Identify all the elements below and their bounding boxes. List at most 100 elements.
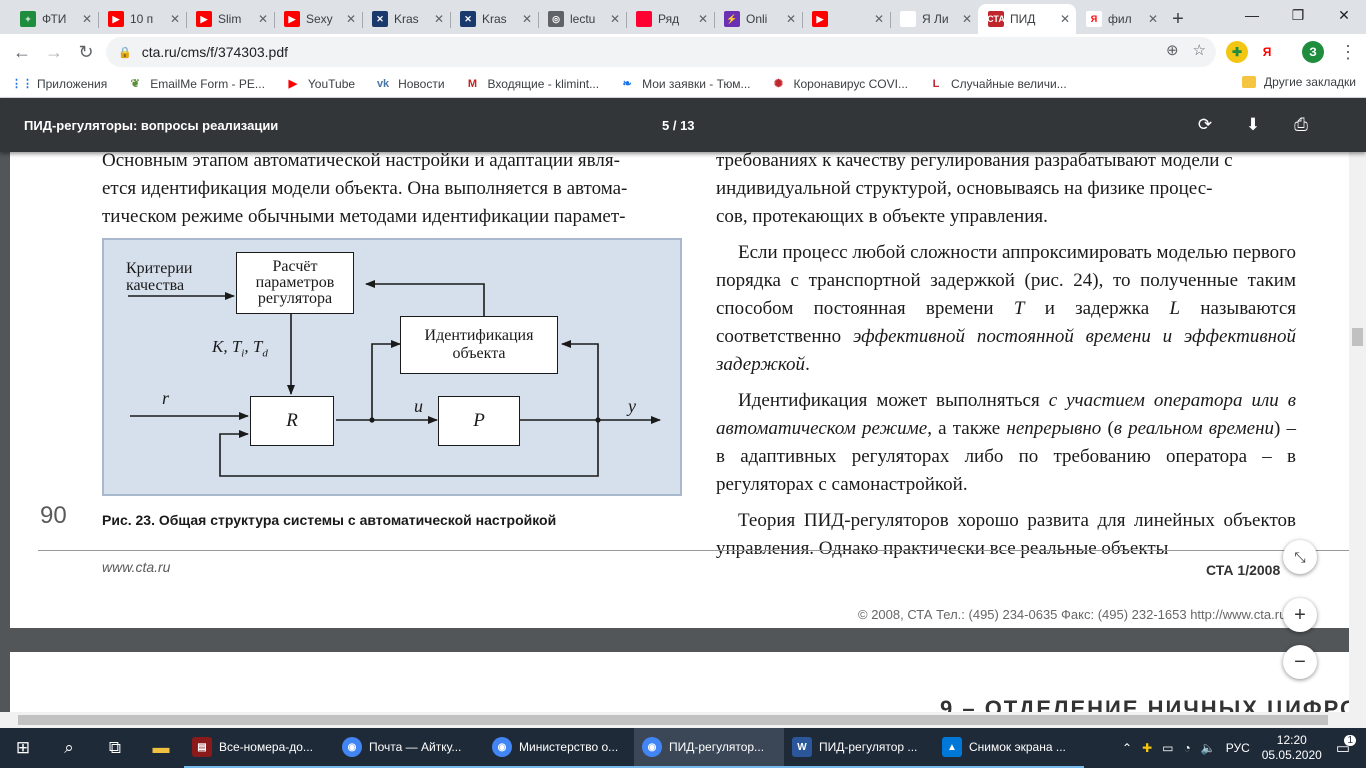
tray-app-icon[interactable]: ✚ (1142, 741, 1152, 755)
close-window-button[interactable]: ✕ (1321, 0, 1366, 30)
bookmark-0[interactable]: ⋮⋮ Приложения (11, 76, 107, 92)
yandex-extension-icon[interactable]: Я (1256, 41, 1278, 63)
bookmark-3[interactable]: vk Новости (375, 76, 445, 92)
clock[interactable]: 12:20 05.05.2020 (1262, 733, 1322, 763)
tab-3[interactable]: ▶ Sexy ✕ (274, 4, 362, 34)
bookmark-4[interactable]: M Входящие - klimint... (465, 76, 599, 92)
bookmark-6[interactable]: ✺ Коронавирус COVI... (771, 76, 908, 92)
u-label: u (414, 396, 423, 416)
y-junction (595, 417, 601, 423)
close-tab-icon[interactable]: ✕ (346, 12, 356, 26)
address-bar[interactable]: 🔒 cta.ru/cms/f/374303.pdf ⊕ ☆ (106, 37, 1216, 67)
tab-0[interactable]: + ФТИ ✕ (10, 4, 98, 34)
tab-1[interactable]: ▶ 10 п ✕ (98, 4, 186, 34)
taskbar-app-label: ПИД-регулятор... (669, 740, 765, 754)
menu-icon[interactable]: ⋮ (1332, 36, 1364, 68)
close-tab-icon[interactable]: ✕ (434, 12, 444, 26)
new-tab-button[interactable]: + (1164, 4, 1192, 34)
l-icon: L (932, 77, 940, 90)
taskbar-app-5[interactable]: ▲ Снимок экрана ... (934, 728, 1084, 768)
tab-4[interactable]: ✕ Kras ✕ (362, 4, 450, 34)
tab-7[interactable]: Ряд ✕ (626, 4, 714, 34)
tab-5[interactable]: ✕ Kras ✕ (450, 4, 538, 34)
file-explorer-icon[interactable]: ▬ (138, 728, 184, 768)
close-tab-icon[interactable]: ✕ (1060, 12, 1070, 26)
tab-title: Onli (746, 12, 768, 26)
taskbar-app-4[interactable]: W ПИД-регулятор ... (784, 728, 934, 768)
taskbar-app-label: Министерство о... (519, 740, 619, 754)
network-icon[interactable]: ◔ (1184, 741, 1191, 755)
rotate-icon[interactable]: ⟳ (1193, 113, 1217, 137)
tab-favicon: ▶ (284, 11, 300, 27)
language-indicator[interactable]: РУС (1226, 741, 1250, 755)
bookmark-5[interactable]: ❧ Мои заявки - Тюм... (619, 76, 750, 92)
forward-button[interactable]: → (38, 36, 70, 68)
zoom-in-button[interactable]: + (1283, 598, 1317, 632)
close-tab-icon[interactable]: ✕ (962, 12, 972, 26)
task-view-icon[interactable]: ⧉ (92, 728, 138, 768)
p2-text-b: и задержка (1024, 298, 1170, 319)
browser-toolbar: ← → ↻ 🔒 cta.ru/cms/f/374303.pdf ⊕ ☆ ✚ Я … (0, 34, 1366, 70)
other-bookmarks[interactable]: Другие закладки (1242, 75, 1356, 89)
vertical-scrollbar[interactable] (1349, 152, 1366, 712)
vertical-scroll-thumb[interactable] (1352, 328, 1363, 346)
profile-avatar[interactable]: З (1302, 41, 1324, 63)
page-indicator: 5 / 13 (662, 118, 695, 133)
tab-2[interactable]: ▶ Slim ✕ (186, 4, 274, 34)
taskbar-app-2[interactable]: ◉ Министерство о... (484, 728, 634, 768)
close-tab-icon[interactable]: ✕ (170, 12, 180, 26)
close-tab-icon[interactable]: ✕ (786, 12, 796, 26)
tab-6[interactable]: ◎ lectu ✕ (538, 4, 626, 34)
tray-expand-icon[interactable]: ⌃ (1122, 741, 1132, 755)
taskbar-app-0[interactable]: ▤ Все-номера-до... (184, 728, 334, 768)
minimize-button[interactable]: — (1229, 0, 1275, 30)
bookmark-star-icon[interactable]: ☆ (1193, 41, 1206, 59)
bookmark-1[interactable]: ❦ EmailMe Form - PE... (127, 76, 265, 92)
windows-start-icon[interactable]: ⊞ (0, 728, 46, 768)
reload-button[interactable]: ↻ (70, 36, 102, 68)
search-icon[interactable]: ⌕ (46, 728, 92, 768)
calc-params-block: Расчёт параметров регулятора (236, 252, 354, 314)
y-to-ident-line (561, 340, 599, 420)
bookmark-7[interactable]: L Случайные величи... (928, 76, 1067, 92)
left-column-text: Основным этапом автоматической настройки… (102, 147, 680, 231)
taskbar-app-3[interactable]: ◉ ПИД-регулятор... (634, 728, 784, 768)
close-tab-icon[interactable]: ✕ (1148, 12, 1158, 26)
volume-icon[interactable]: 🔈 (1201, 741, 1216, 755)
extension-icon[interactable]: ✚ (1226, 41, 1248, 63)
print-icon[interactable]: ⎙ (1289, 113, 1313, 137)
bookmark-2[interactable]: ▶ YouTube (285, 76, 355, 92)
zoom-icon[interactable]: ⊕ (1166, 41, 1179, 59)
pdf-page: Основным этапом автоматической настройки… (10, 140, 1356, 628)
zoom-out-button[interactable]: − (1283, 645, 1317, 679)
winrar-icon: ▤ (192, 737, 212, 757)
tab-10[interactable]: Я Ли ✕ (890, 4, 978, 34)
notifications-icon[interactable]: ▭ 1 (1336, 735, 1356, 757)
pdf-next-page: 9 – ОТДЕЛЕНИЕ НИЧНЫХ ЦИФРОВ (10, 652, 1356, 712)
tab-title: lectu (570, 12, 596, 26)
close-tab-icon[interactable]: ✕ (610, 12, 620, 26)
horizontal-scroll-thumb[interactable] (18, 715, 1328, 725)
fit-page-button[interactable]: ⤡ (1283, 540, 1317, 574)
taskbar-app-label: ПИД-регулятор ... (819, 740, 918, 754)
next-page-heading: 9 – ОТДЕЛЕНИЕ НИЧНЫХ ЦИФРОВ (940, 696, 1356, 712)
maximize-button[interactable]: ❐ (1275, 0, 1321, 30)
right-column-text: требованиях к качеству регулирования раз… (716, 147, 1296, 563)
close-tab-icon[interactable]: ✕ (82, 12, 92, 26)
close-tab-icon[interactable]: ✕ (258, 12, 268, 26)
tab-8[interactable]: ⚡ Onli ✕ (714, 4, 802, 34)
tab-favicon: ◎ (548, 11, 564, 27)
download-icon[interactable]: ⬇ (1241, 113, 1265, 137)
virus-icon: ✺ (773, 78, 784, 90)
close-tab-icon[interactable]: ✕ (522, 12, 532, 26)
taskbar-app-1[interactable]: ◉ Почта — Айтку... (334, 728, 484, 768)
tab-9[interactable]: ▶ ✕ (802, 4, 890, 34)
horizontal-scrollbar[interactable] (0, 712, 1366, 728)
close-tab-icon[interactable]: ✕ (874, 12, 884, 26)
close-tab-icon[interactable]: ✕ (698, 12, 708, 26)
bookmark-label: Мои заявки - Тюм... (642, 76, 751, 91)
tab-12[interactable]: Яфил ✕ (1076, 4, 1164, 34)
back-button[interactable]: ← (6, 36, 38, 68)
tab-11[interactable]: СТА ПИД ✕ (978, 4, 1076, 34)
battery-icon[interactable]: ▭ (1162, 741, 1173, 755)
